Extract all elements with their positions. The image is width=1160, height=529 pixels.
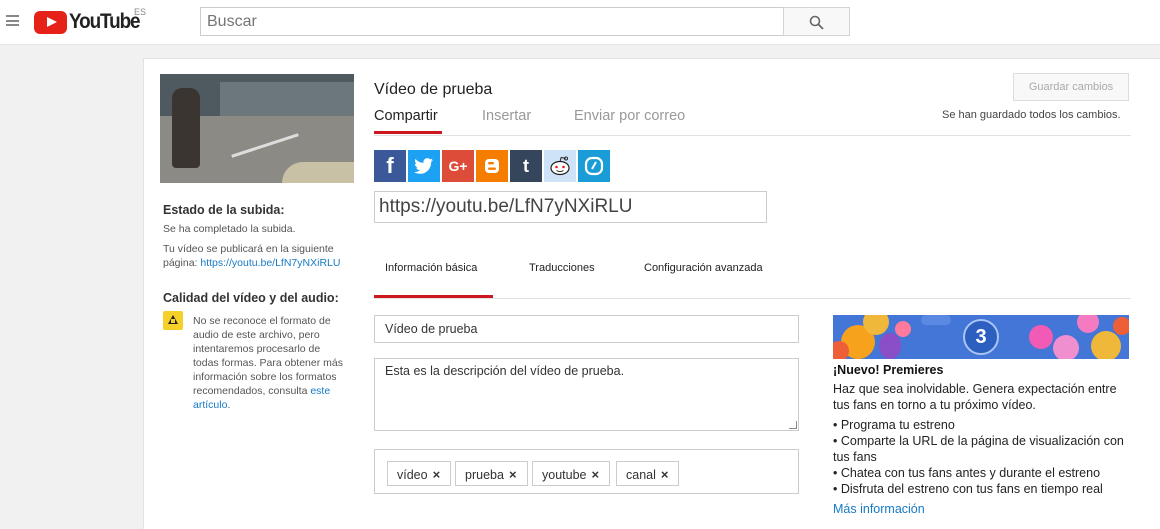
video-title: Vídeo de prueba <box>374 81 493 98</box>
premieres-banner[interactable]: 3 <box>833 315 1129 359</box>
promo-title: ¡Nuevo! Premieres <box>833 363 944 377</box>
title-input[interactable]: Vídeo de prueba <box>374 315 799 343</box>
video-thumbnail[interactable] <box>160 74 354 183</box>
top-bar: YouTube ES <box>0 0 1160 45</box>
youtube-logo[interactable]: YouTube <box>34 10 147 34</box>
remove-tag-icon[interactable]: × <box>509 467 517 482</box>
active-tab-indicator <box>374 131 442 134</box>
tag-chip[interactable]: prueba × <box>455 461 528 486</box>
remove-tag-icon[interactable]: × <box>433 467 441 482</box>
quality-heading: Calidad del vídeo y del audio: <box>163 291 339 305</box>
list-item: • Disfruta del estreno con tus fans en t… <box>833 482 1103 496</box>
list-item: • Chatea con tus fans antes y durante el… <box>833 466 1101 480</box>
tag-chip[interactable]: vídeo × <box>387 461 452 486</box>
resize-handle-icon[interactable] <box>789 421 797 429</box>
quality-message: No se reconoce el formato de audio de es… <box>193 315 343 411</box>
publish-info: Tu vídeo se publicará en la siguiente pá… <box>163 242 353 270</box>
list-item: • Programa tu estreno <box>833 418 955 432</box>
description-text: Esta es la descripción del vídeo de prue… <box>385 364 625 378</box>
countdown-badge: 3 <box>963 319 999 355</box>
tab-enviar-por-correo[interactable]: Enviar por correo <box>574 108 685 124</box>
tumblr-icon[interactable]: t <box>510 150 542 182</box>
blogger-icon[interactable] <box>476 150 508 182</box>
logo-text: YouTube <box>69 10 141 33</box>
tab-insertar[interactable]: Insertar <box>482 108 531 124</box>
search-button[interactable] <box>783 7 850 36</box>
tags-input[interactable]: vídeo × prueba × youtube × canal × <box>374 449 799 494</box>
tag-chip[interactable]: canal × <box>616 461 680 486</box>
tag-chip[interactable]: youtube × <box>532 461 611 486</box>
upload-completed-text: Se ha completado la subida. <box>163 223 296 235</box>
remove-tag-icon[interactable]: × <box>591 467 599 482</box>
tab-compartir[interactable]: Compartir <box>374 108 438 124</box>
google-plus-icon[interactable]: G+ <box>442 150 474 182</box>
twitter-icon[interactable] <box>408 150 440 182</box>
subtab-divider <box>374 298 1131 299</box>
publish-link[interactable]: https://youtu.be/LfN7yNXiRLU <box>200 257 340 269</box>
search-icon <box>809 15 824 30</box>
reddit-icon[interactable] <box>544 150 576 182</box>
facebook-icon[interactable]: f <box>374 150 406 182</box>
play-logo-icon <box>34 10 67 34</box>
description-textarea[interactable]: Esta es la descripción del vídeo de prue… <box>374 358 799 431</box>
tab-traducciones[interactable]: Traducciones <box>529 262 595 274</box>
list-item: • Comparte la URL de la página de visual… <box>833 434 1124 464</box>
promo-text: Haz que sea inolvidable. Genera expectac… <box>833 382 1117 412</box>
save-status: Se han guardado todos los cambios. <box>942 109 1121 121</box>
tab-divider <box>374 135 1131 136</box>
warning-icon <box>163 311 183 330</box>
share-icons: f G+ t <box>374 150 612 182</box>
promo-list: • Programa tu estreno • Comparte la URL … <box>833 417 1129 497</box>
nate-icon[interactable] <box>578 150 610 182</box>
tab-informacion-basica[interactable]: Información básica <box>385 262 477 274</box>
tab-configuracion-avanzada[interactable]: Configuración avanzada <box>644 262 763 274</box>
more-info-link[interactable]: Más información <box>833 502 925 516</box>
region-code: ES <box>134 7 147 17</box>
remove-tag-icon[interactable]: × <box>661 467 669 482</box>
hamburger-menu-icon[interactable] <box>6 15 19 26</box>
search-input[interactable] <box>200 7 784 36</box>
share-url-field[interactable]: https://youtu.be/LfN7yNXiRLU <box>374 191 767 223</box>
save-changes-button[interactable]: Guardar cambios <box>1013 73 1129 101</box>
upload-status-heading: Estado de la subida: <box>163 203 285 217</box>
